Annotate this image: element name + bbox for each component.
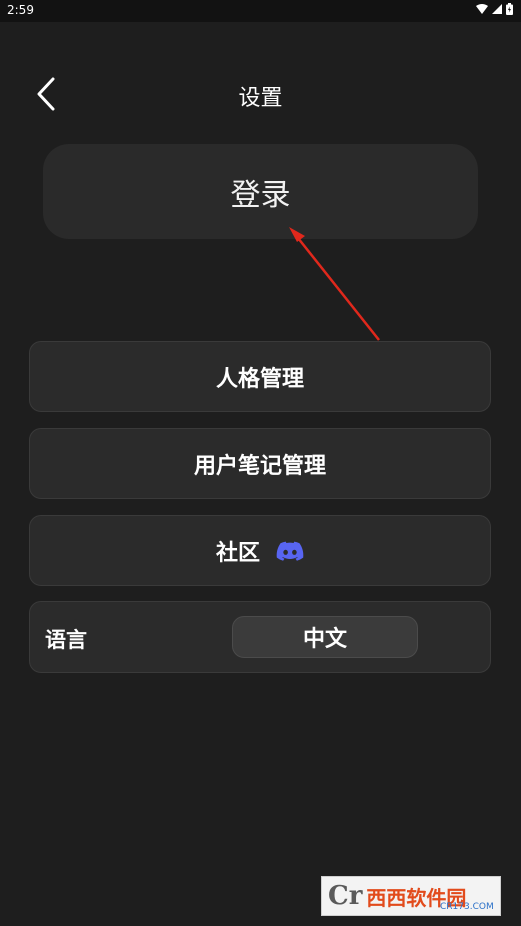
language-label: 语言 <box>45 628 87 652</box>
persona-management-label: 人格管理 <box>215 366 304 392</box>
discord-icon <box>276 541 304 561</box>
battery-icon <box>506 3 513 15</box>
status-bar: 2:59 <box>0 0 521 22</box>
watermark-domain: CR173.COM <box>440 902 494 912</box>
watermark: Cr 西西软件园 CR173.COM <box>321 876 501 916</box>
user-notes-management-button[interactable]: 用户笔记管理 <box>29 428 491 499</box>
signal-icon <box>492 3 502 14</box>
wifi-icon <box>476 3 488 14</box>
language-row: 语言 中文 <box>29 601 491 673</box>
status-time: 2:59 <box>7 3 34 17</box>
persona-management-button[interactable]: 人格管理 <box>29 341 491 412</box>
login-button[interactable]: 登录 <box>43 144 478 239</box>
language-select[interactable]: 中文 <box>232 616 418 658</box>
user-notes-management-label: 用户笔记管理 <box>193 453 326 479</box>
page-title: 设置 <box>238 86 283 111</box>
community-label: 社区 <box>215 540 260 566</box>
language-value: 中文 <box>302 627 347 652</box>
status-icons <box>476 3 513 15</box>
watermark-logo-icon: Cr <box>328 881 363 911</box>
community-button[interactable]: 社区 <box>29 515 491 586</box>
login-label: 登录 <box>230 177 291 213</box>
